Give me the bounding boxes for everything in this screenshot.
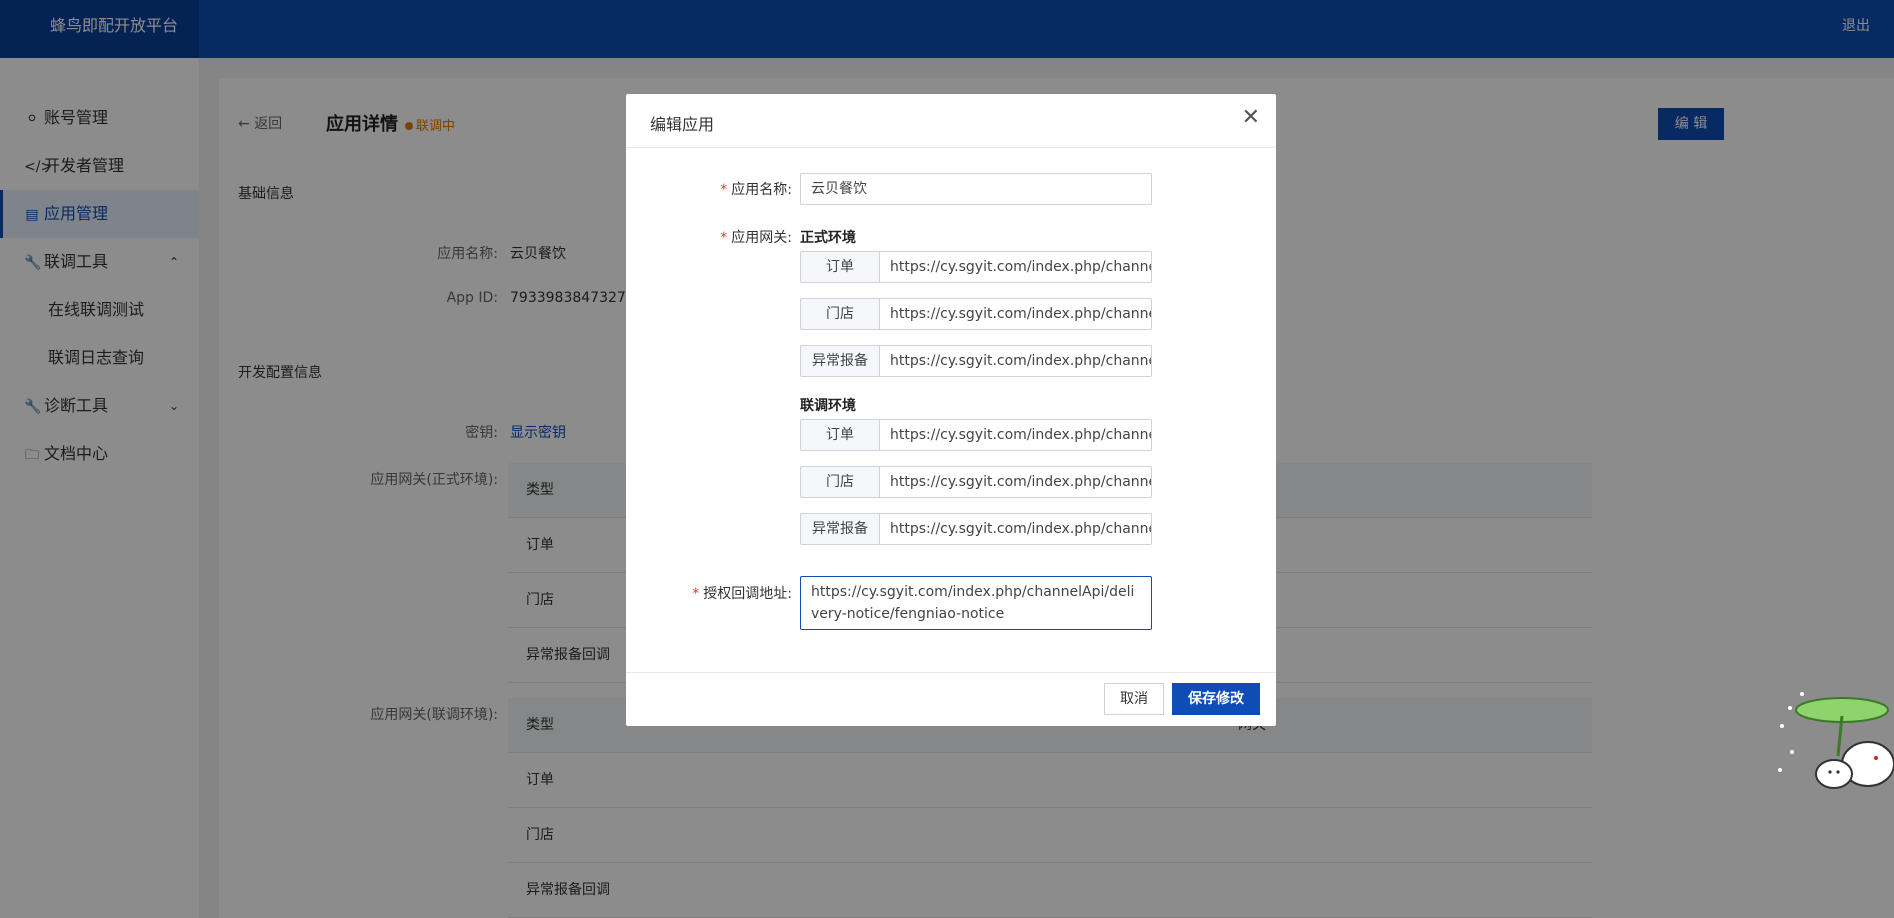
addon-label: 异常报备: [800, 345, 880, 377]
addon-label: 门店: [800, 298, 880, 330]
app-name-field-label: * 应用名称:: [666, 179, 792, 199]
mascot-sticker-icon: [1778, 692, 1894, 789]
addon-label: 门店: [800, 466, 880, 498]
test-exception-url-input[interactable]: https://cy.sgyit.com/index.php/channelAp…: [880, 513, 1152, 545]
label-text: 授权回调地址:: [703, 586, 792, 602]
test-env-label: 联调环境: [800, 398, 856, 414]
prod-store-url-group: 门店 https://cy.sgyit.com/index.php/channe…: [800, 298, 1152, 330]
modal-title: 编辑应用: [650, 115, 715, 134]
prod-store-url-input[interactable]: https://cy.sgyit.com/index.php/channelAp…: [880, 298, 1152, 330]
modal-header: 编辑应用 ✕: [626, 94, 1276, 148]
cancel-button[interactable]: 取消: [1104, 683, 1164, 715]
modal-footer: 取消 保存修改: [626, 672, 1276, 726]
gateway-field-label: * 应用网关:: [666, 227, 792, 247]
prod-exception-url-input[interactable]: https://cy.sgyit.com/index.php/channelAp…: [880, 345, 1152, 377]
required-mark: *: [720, 230, 728, 246]
test-store-url-input[interactable]: https://cy.sgyit.com/index.php/channelAp…: [880, 466, 1152, 498]
prod-order-url-group: 订单 https://cy.sgyit.com/index.php/channe…: [800, 251, 1152, 283]
addon-label: 订单: [800, 251, 880, 283]
test-order-url-input[interactable]: https://cy.sgyit.com/index.php/channelAp…: [880, 419, 1152, 451]
test-exception-url-group: 异常报备 https://cy.sgyit.com/index.php/chan…: [800, 513, 1152, 545]
prod-env-label: 正式环境: [800, 230, 856, 246]
addon-label: 异常报备: [800, 513, 880, 545]
addon-label: 订单: [800, 419, 880, 451]
required-mark: *: [720, 182, 728, 198]
edit-app-modal: 编辑应用 ✕ * 应用名称: 云贝餐饮 * 应用网关: 正式环境 订单 https:…: [626, 94, 1276, 726]
app-name-input[interactable]: 云贝餐饮: [800, 173, 1152, 205]
test-order-url-group: 订单 https://cy.sgyit.com/index.php/channe…: [800, 419, 1152, 451]
test-store-url-group: 门店 https://cy.sgyit.com/index.php/channe…: [800, 466, 1152, 498]
required-mark: *: [692, 586, 700, 602]
save-button[interactable]: 保存修改: [1172, 683, 1260, 715]
callback-field-label: * 授权回调地址:: [646, 583, 792, 603]
label-text: 应用网关:: [731, 230, 792, 246]
prod-exception-url-group: 异常报备 https://cy.sgyit.com/index.php/chan…: [800, 345, 1152, 377]
prod-order-url-input[interactable]: https://cy.sgyit.com/index.php/channelAp…: [880, 251, 1152, 283]
label-text: 应用名称:: [731, 182, 792, 198]
close-icon[interactable]: ✕: [1242, 106, 1260, 130]
callback-url-textarea[interactable]: https://cy.sgyit.com/index.php/channelAp…: [800, 576, 1152, 630]
